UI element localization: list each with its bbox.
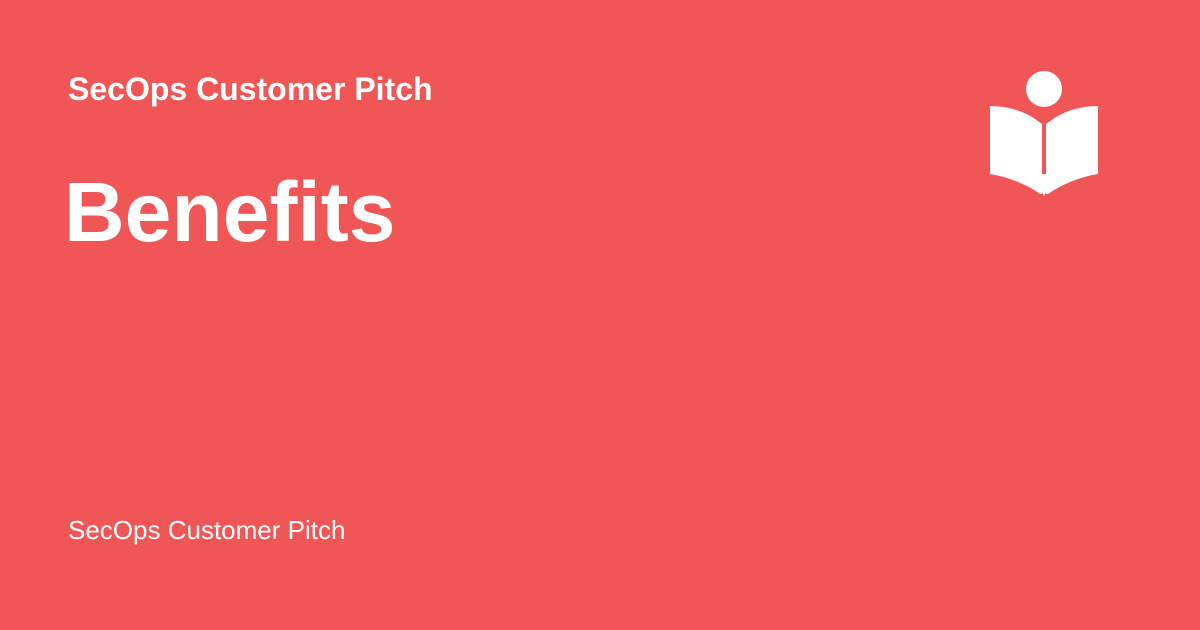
reader-book-icon (990, 71, 1098, 196)
social-preview-card: SecOps Customer Pitch Benefits SecOps Cu… (0, 0, 1200, 630)
footer-collection-title: SecOps Customer Pitch (68, 515, 346, 545)
page-title: Benefits (64, 165, 396, 259)
top-collection-title: SecOps Customer Pitch (68, 71, 433, 107)
